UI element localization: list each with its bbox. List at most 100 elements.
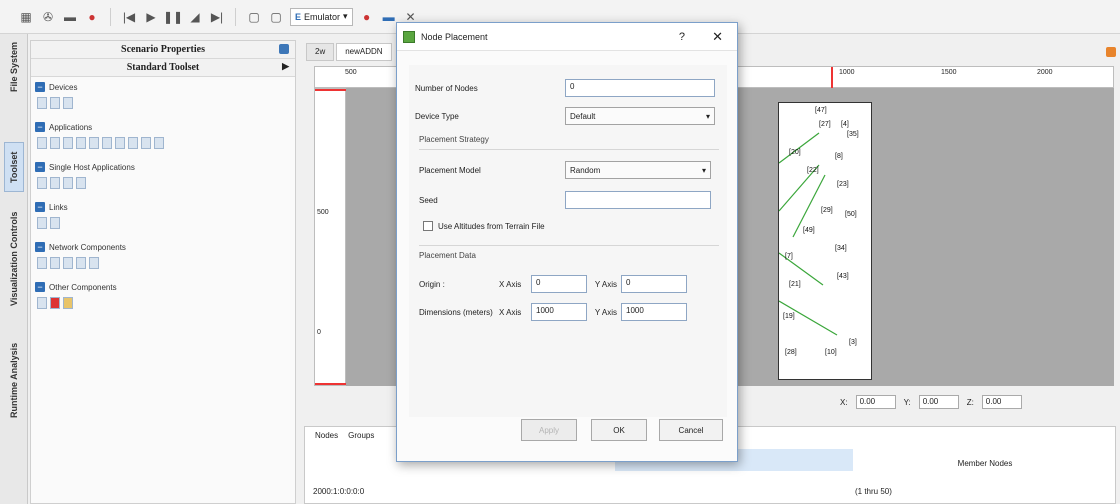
network-icon[interactable] [37,257,47,269]
collapse-icon[interactable]: − [35,282,45,292]
app-icon[interactable] [50,177,60,189]
window-icon[interactable]: ▢ [246,9,262,25]
play-icon[interactable]: ▶ [143,9,159,25]
node-label[interactable]: [3] [849,339,857,346]
dialog-titlebar[interactable]: Node Placement [397,23,737,51]
step-back-icon[interactable]: ◢ [187,9,203,25]
clapper-icon[interactable]: ▬ [62,9,78,25]
node-label[interactable]: [49] [803,227,815,234]
dimension-y-input[interactable]: 1000 [621,303,687,321]
network-icon[interactable] [76,257,86,269]
component-icon[interactable] [63,297,73,309]
app-icon[interactable] [76,177,86,189]
node-label[interactable]: [43] [837,273,849,280]
application-icon[interactable] [63,137,73,149]
skip-back-icon[interactable]: |◀ [121,9,137,25]
tab-toolset[interactable]: Toolset [4,142,24,192]
node-label[interactable]: [7] [785,253,793,260]
pause-icon[interactable]: ❚❚ [163,9,183,25]
tab-file-system[interactable]: File System [4,38,24,96]
simulator-select[interactable]: E Emulator ▾ [290,7,353,26]
node-label[interactable]: [27] [819,121,831,128]
y-coord-input[interactable]: 0.00 [918,395,959,409]
node-label[interactable]: [29] [821,207,833,214]
link-icon[interactable] [50,217,60,229]
placement-model-select[interactable]: Random ▾ [565,161,711,179]
node-label[interactable]: [8] [835,153,843,160]
application-icon[interactable] [154,137,164,149]
origin-y-input[interactable]: 0 [621,275,687,293]
collapse-icon[interactable]: − [35,242,45,252]
node-label[interactable]: [20] [789,149,801,156]
stop-icon[interactable]: ▬ [381,9,397,25]
device-icon[interactable] [63,97,73,109]
device-icon[interactable] [37,97,47,109]
help-icon[interactable]: ? [679,31,685,43]
cancel-button[interactable]: Cancel [659,419,723,441]
application-icon[interactable] [102,137,112,149]
close-view-icon[interactable] [1106,47,1116,57]
tab-runtime-analysis[interactable]: Runtime Analysis [4,326,24,434]
application-icon[interactable] [76,137,86,149]
device-type-select[interactable]: Default ▾ [565,107,715,125]
expand-arrow-icon[interactable]: ▶ [282,61,289,72]
node-label[interactable]: [4] [841,121,849,128]
step-forward-icon[interactable]: ▶| [209,9,225,25]
close-icon[interactable]: ✕ [712,29,723,45]
application-icon[interactable] [89,137,99,149]
use-altitudes-checkbox[interactable] [423,221,433,231]
tab-scenario[interactable]: newADDN [336,43,392,61]
window2-icon[interactable]: ▢ [268,9,284,25]
grid-icon[interactable]: ▦ [18,9,34,25]
terrain-area[interactable]: [47] [27] [4] [35] [20] [8] [22] [23] [2… [778,102,872,380]
member-nodes-header[interactable]: Member Nodes [853,451,1117,473]
device-icon[interactable] [50,97,60,109]
node-label[interactable]: [10] [825,349,837,356]
collapse-icon[interactable]: − [35,122,45,132]
collapse-icon[interactable]: − [35,162,45,172]
node-label[interactable]: [22] [807,167,819,174]
tab-groups[interactable]: Groups [348,431,374,440]
pin-icon[interactable]: ● [84,9,100,25]
node-label[interactable]: [47] [815,107,827,114]
network-icon[interactable] [50,257,60,269]
ok-button[interactable]: OK [591,419,647,441]
component-icon[interactable] [37,297,47,309]
tab-visualization-controls[interactable]: Visualization Controls [4,194,24,324]
application-icon[interactable] [50,137,60,149]
application-icon[interactable] [128,137,138,149]
table-cell[interactable]: 2000:1:0:0:0:0 [313,487,364,496]
network-icon[interactable] [63,257,73,269]
toolset-header[interactable]: Standard Toolset ▶ [31,59,295,77]
node-label[interactable]: [28] [785,349,797,356]
table-cell[interactable]: (1 thru 50) [855,487,892,496]
node-label[interactable]: [34] [835,245,847,252]
record-icon[interactable]: ● [359,9,375,25]
origin-x-input[interactable]: 0 [531,275,587,293]
x-coord-input[interactable]: 0.00 [855,395,896,409]
collapse-icon[interactable]: − [35,202,45,212]
seed-input[interactable] [565,191,711,209]
tools-icon[interactable]: ✇ [40,9,56,25]
app-icon[interactable] [63,177,73,189]
node-label[interactable]: [23] [837,181,849,188]
z-coord-input[interactable]: 0.00 [981,395,1022,409]
number-of-nodes-input[interactable]: 0 [565,79,715,97]
tab-nodes[interactable]: Nodes [315,431,338,440]
link-icon[interactable] [37,217,47,229]
application-icon[interactable] [115,137,125,149]
dock-icon[interactable] [279,44,289,54]
collapse-icon[interactable]: − [35,82,45,92]
node-label[interactable]: [21] [789,281,801,288]
flag-icon[interactable] [50,297,60,309]
app-icon[interactable] [37,177,47,189]
node-label[interactable]: [35] [847,131,859,138]
node-label[interactable]: [19] [783,313,795,320]
apply-button[interactable]: Apply [521,419,577,441]
network-icon[interactable] [89,257,99,269]
tab-2d[interactable]: 2w [306,43,335,61]
dimension-x-input[interactable]: 1000 [531,303,587,321]
node-label[interactable]: [50] [845,211,857,218]
application-icon[interactable] [141,137,151,149]
application-icon[interactable] [37,137,47,149]
